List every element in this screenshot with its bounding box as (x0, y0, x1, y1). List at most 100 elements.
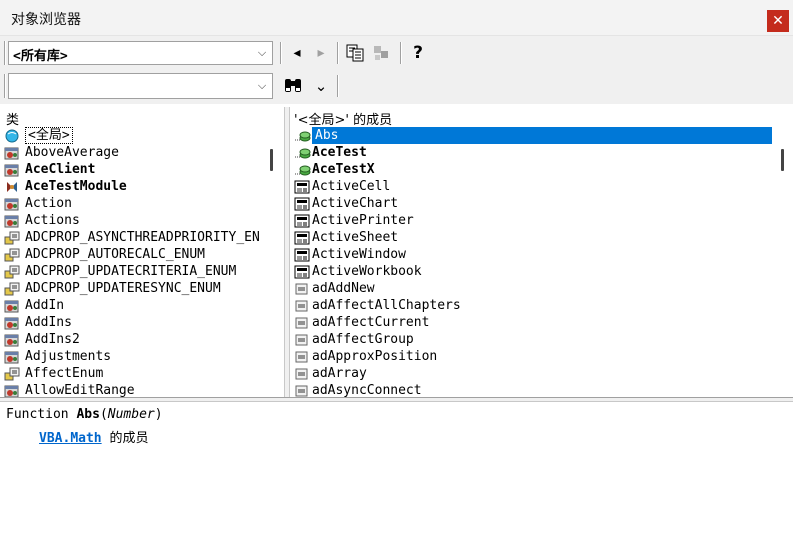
member-of-label: 的成员 (101, 431, 149, 446)
details-pane: Function Abs(Number) VBA.Math 的成员 (0, 402, 793, 547)
classes-scrollbar-thumb[interactable] (270, 149, 273, 171)
list-item[interactable]: adAffectCurrent (290, 314, 776, 331)
toolbar: <所有库> ⌵ ◂ ▸ ? ⌵ ⌄ (0, 36, 793, 104)
window-title: 对象浏览器 (11, 12, 81, 28)
copy-icon (346, 44, 364, 62)
list-item-label: adAffectCurrent (312, 315, 430, 330)
list-item-label: adAddNew (312, 281, 375, 296)
signature-name: Abs (76, 407, 100, 422)
list-item-label: AddIn (25, 298, 65, 313)
signature-open-paren: ( (99, 407, 108, 422)
list-item-label: AddIns (25, 315, 72, 330)
members-list[interactable]: Abs AceTest AceTestX ActiveCell ActiveChart A… (290, 127, 776, 397)
list-item[interactable]: adAffectAllChapters (290, 297, 776, 314)
view-definition-button[interactable] (370, 42, 392, 64)
list-item[interactable]: Abs (290, 127, 776, 144)
members-scrollbar[interactable] (778, 127, 790, 397)
module-link[interactable]: Math (70, 431, 101, 446)
toolbar-separator (280, 42, 282, 64)
list-item-label: ActiveSheet (312, 230, 399, 245)
close-button[interactable]: ✕ (767, 10, 789, 32)
list-item[interactable]: Adjustments (0, 348, 265, 365)
property-icon (294, 231, 310, 245)
list-item[interactable]: adApproxPosition (290, 348, 776, 365)
list-item[interactable]: AceClient (0, 161, 265, 178)
list-item[interactable]: AddIns (0, 314, 265, 331)
classes-list[interactable]: <全局> AboveAverage AceClient AceTestModule Ac… (0, 127, 265, 397)
member-of-line: VBA.Math 的成员 (39, 427, 148, 446)
list-item[interactable]: adArray (290, 365, 776, 382)
list-item[interactable]: adAffectGroup (290, 331, 776, 348)
list-item[interactable]: AddIns2 (0, 331, 265, 348)
list-item[interactable]: ActivePrinter (290, 212, 776, 229)
list-item[interactable]: <全局> (0, 127, 265, 144)
search-combo[interactable]: ⌵ (8, 73, 273, 99)
chevron-down-icon[interactable]: ⌵ (256, 79, 268, 93)
enum-icon (4, 248, 20, 262)
list-item-label: AceTest (312, 145, 367, 160)
class-icon (4, 350, 20, 364)
list-item[interactable]: ADCPROP_ASYNCTHREADPRIORITY_EN (0, 229, 265, 246)
members-header-label: '<全局>' 的成员 (294, 113, 393, 128)
library-link[interactable]: VBA (39, 431, 62, 446)
list-item-label: adApproxPosition (312, 349, 438, 364)
enum-icon (4, 367, 20, 381)
library-combo[interactable]: <所有库> ⌵ (8, 41, 273, 65)
list-item[interactable]: ActiveCell (290, 178, 776, 195)
toggle-search-results-button[interactable]: ⌄ (310, 75, 332, 97)
list-item[interactable]: ADCPROP_UPDATECRITERIA_ENUM (0, 263, 265, 280)
list-item[interactable]: ActiveWindow (290, 246, 776, 263)
signature-close-paren: ) (154, 407, 163, 422)
list-item[interactable]: AceTest (290, 144, 776, 161)
list-item-label: Abs (312, 127, 772, 144)
back-button[interactable]: ◂ (286, 42, 308, 64)
members-scrollbar-thumb[interactable] (781, 149, 784, 171)
constant-icon (294, 367, 310, 381)
list-item[interactable]: ActiveWorkbook (290, 263, 776, 280)
list-item[interactable]: ADCPROP_UPDATERESYNC_ENUM (0, 280, 265, 297)
list-item-label: ActiveWindow (312, 247, 406, 262)
list-item-label: AllowEditRange (25, 383, 135, 397)
constant-icon (294, 316, 310, 330)
help-icon: ? (413, 43, 423, 63)
signature-keyword: Function (6, 407, 77, 422)
property-icon (294, 248, 310, 262)
list-item-label: adArray (312, 366, 367, 381)
close-icon: ✕ (772, 13, 784, 29)
forward-button[interactable]: ▸ (310, 42, 332, 64)
list-item[interactable]: AceTestModule (0, 178, 265, 195)
list-item[interactable]: ActiveChart (290, 195, 776, 212)
method-icon (294, 129, 311, 143)
list-item-label: ADCPROP_UPDATECRITERIA_ENUM (25, 264, 237, 279)
list-item-label: Actions (25, 213, 80, 228)
list-item[interactable]: AddIn (0, 297, 265, 314)
list-item-label: AceTestX (312, 162, 375, 177)
class-icon (4, 316, 20, 330)
search-button[interactable] (282, 75, 304, 97)
list-item-label: AffectEnum (25, 366, 104, 381)
property-icon (294, 197, 310, 211)
library-combo-value: <所有库> (13, 49, 68, 64)
list-item[interactable]: Action (0, 195, 265, 212)
list-item-label: ActiveChart (312, 196, 399, 211)
chevron-down-icon[interactable]: ⌵ (256, 46, 268, 60)
list-item[interactable]: Actions (0, 212, 265, 229)
constant-icon (294, 384, 310, 397)
list-item[interactable]: ADCPROP_AUTORECALC_ENUM (0, 246, 265, 263)
list-item[interactable]: AceTestX (290, 161, 776, 178)
help-button[interactable]: ? (407, 42, 429, 64)
member-signature: Function Abs(Number) (6, 407, 163, 422)
list-item[interactable]: AboveAverage (0, 144, 265, 161)
list-item[interactable]: adAsyncConnect (290, 382, 776, 397)
list-item[interactable]: AffectEnum (0, 365, 265, 382)
method-icon (294, 146, 311, 160)
list-item[interactable]: adAddNew (290, 280, 776, 297)
list-item-label: AddIns2 (25, 332, 80, 347)
class-icon (4, 214, 20, 228)
list-item-label: ActiveWorkbook (312, 264, 422, 279)
property-icon (294, 265, 310, 279)
list-item[interactable]: AllowEditRange (0, 382, 265, 397)
list-item[interactable]: ActiveSheet (290, 229, 776, 246)
classes-scrollbar[interactable] (267, 127, 279, 397)
copy-button[interactable] (344, 42, 366, 64)
